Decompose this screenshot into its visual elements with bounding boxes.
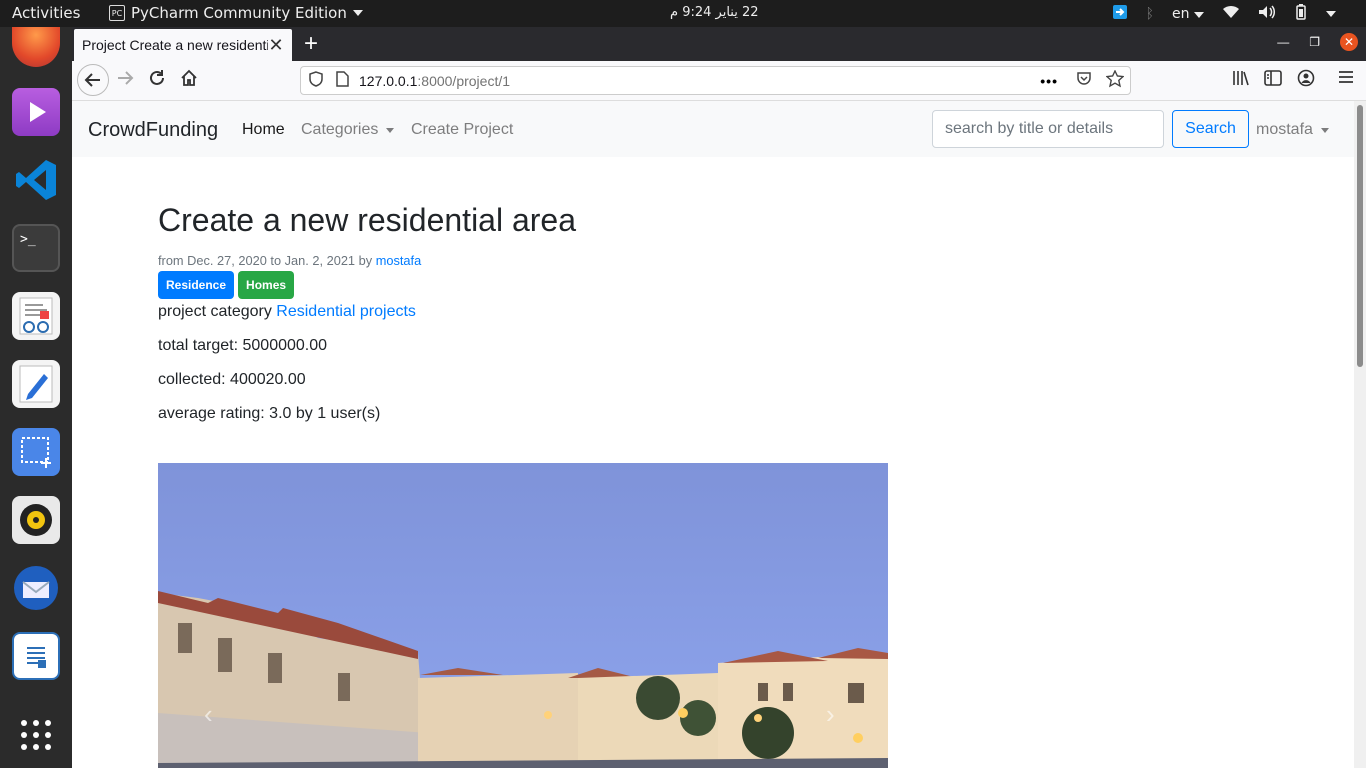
author-link[interactable]: mostafa bbox=[376, 253, 422, 268]
show-applications-icon[interactable] bbox=[12, 711, 60, 759]
nav-categories[interactable]: Categories bbox=[301, 121, 395, 139]
collected-amount: collected: 400020.00 bbox=[158, 371, 306, 389]
search-input[interactable] bbox=[932, 110, 1164, 148]
project-meta: from Dec. 27, 2020 to Jan. 2, 2021 by mo… bbox=[158, 253, 422, 269]
screenshot-tool-icon[interactable] bbox=[12, 428, 60, 476]
site-navbar: CrowdFunding Home Categories Create Proj… bbox=[72, 101, 1354, 157]
chevron-down-icon bbox=[352, 10, 363, 16]
close-tab-icon[interactable]: ✕ bbox=[268, 35, 284, 56]
bookmark-star-icon[interactable] bbox=[1105, 69, 1125, 91]
pocket-icon[interactable] bbox=[1076, 71, 1092, 90]
hamburger-menu-icon[interactable] bbox=[1338, 69, 1354, 90]
activities-button[interactable]: Activities bbox=[12, 4, 80, 22]
thunderbird-icon[interactable] bbox=[12, 564, 60, 612]
document-viewer-icon[interactable] bbox=[12, 292, 60, 340]
tag-badge[interactable]: Residence bbox=[158, 271, 235, 300]
project-image bbox=[158, 463, 888, 768]
new-tab-button[interactable]: + bbox=[304, 30, 318, 58]
web-page: CrowdFunding Home Categories Create Proj… bbox=[72, 101, 1354, 768]
page-scrollbar[interactable] bbox=[1354, 101, 1366, 768]
url-bar[interactable]: 127.0.0.1:8000/project/1 ••• bbox=[300, 66, 1131, 95]
system-top-bar: Activities PC PyCharm Community Edition … bbox=[0, 0, 1366, 27]
maximize-button[interactable]: ❐ bbox=[1309, 35, 1320, 49]
minimize-button[interactable]: — bbox=[1277, 35, 1289, 49]
reload-button[interactable] bbox=[148, 69, 166, 92]
caret-down-icon bbox=[1320, 127, 1329, 133]
video-player-icon[interactable] bbox=[12, 88, 60, 136]
nav-create-project[interactable]: Create Project bbox=[411, 121, 513, 139]
firefox-icon[interactable] bbox=[12, 27, 60, 67]
tab-title: Project Create a new residential area bbox=[82, 37, 268, 53]
carousel-prev-icon[interactable]: ‹ bbox=[204, 699, 213, 730]
music-player-icon[interactable] bbox=[12, 496, 60, 544]
libreoffice-writer-icon[interactable] bbox=[12, 632, 60, 680]
shield-icon[interactable] bbox=[309, 71, 323, 90]
library-icon[interactable] bbox=[1232, 69, 1250, 92]
category-link[interactable]: Residential projects bbox=[276, 303, 416, 320]
chevron-down-icon bbox=[1194, 12, 1204, 18]
project-details: Create a new residential area from Dec. … bbox=[158, 201, 888, 439]
project-category: project category Residential projects bbox=[158, 303, 416, 321]
user-menu[interactable]: mostafa bbox=[1256, 121, 1329, 139]
page-info-icon[interactable] bbox=[335, 71, 349, 90]
url-text: 127.0.0.1:8000/project/1 bbox=[359, 72, 511, 89]
system-menu-chevron-icon[interactable] bbox=[1326, 11, 1336, 17]
bluetooth-icon[interactable]: ᛒ bbox=[1146, 6, 1154, 22]
average-rating: average rating: 3.0 by 1 user(s) bbox=[158, 405, 381, 423]
more-actions-icon[interactable]: ••• bbox=[1040, 73, 1058, 89]
account-icon[interactable] bbox=[1297, 69, 1315, 92]
project-title: Create a new residential area bbox=[158, 202, 577, 238]
language-indicator[interactable]: en bbox=[1172, 6, 1204, 22]
project-image-carousel: ‹ › bbox=[158, 463, 888, 768]
scrollbar-thumb[interactable] bbox=[1357, 105, 1363, 367]
system-tray[interactable]: ᛒ en bbox=[1112, 4, 1336, 24]
search-button[interactable]: Search bbox=[1172, 110, 1249, 148]
tag-badge[interactable]: Homes bbox=[238, 271, 295, 300]
dropbox-icon[interactable] bbox=[1112, 4, 1128, 24]
project-tags: Residence Homes bbox=[158, 271, 888, 300]
volume-icon[interactable] bbox=[1258, 5, 1276, 23]
wifi-icon[interactable] bbox=[1222, 5, 1240, 23]
pycharm-icon: PC bbox=[109, 5, 125, 21]
close-window-button[interactable]: ✕ bbox=[1340, 33, 1358, 51]
total-target: total target: 5000000.00 bbox=[158, 337, 328, 355]
nav-home[interactable]: Home bbox=[242, 121, 285, 139]
application-dock: >_ bbox=[0, 27, 72, 768]
text-editor-icon[interactable] bbox=[12, 360, 60, 408]
forward-button[interactable] bbox=[116, 69, 134, 92]
browser-toolbar: 127.0.0.1:8000/project/1 ••• bbox=[72, 61, 1366, 101]
terminal-icon[interactable]: >_ bbox=[12, 224, 60, 272]
window-controls: — ❐ ✕ bbox=[1277, 33, 1358, 51]
browser-tab-bar: Project Create a new residential area ✕ … bbox=[72, 27, 1366, 61]
battery-icon[interactable] bbox=[1294, 4, 1308, 24]
site-brand[interactable]: CrowdFunding bbox=[88, 119, 218, 142]
browser-tab[interactable]: Project Create a new residential area ✕ bbox=[74, 29, 292, 61]
sidebar-icon[interactable] bbox=[1264, 69, 1282, 92]
vscode-icon[interactable] bbox=[12, 156, 60, 204]
app-menu-label: PyCharm Community Edition bbox=[131, 4, 347, 22]
app-menu[interactable]: PC PyCharm Community Edition bbox=[109, 4, 363, 22]
clock[interactable]: 22 يناير 9:24 م bbox=[670, 5, 759, 20]
home-button[interactable] bbox=[180, 69, 198, 92]
back-button[interactable] bbox=[77, 64, 109, 96]
caret-down-icon bbox=[386, 127, 395, 133]
carousel-next-icon[interactable]: › bbox=[826, 699, 835, 730]
